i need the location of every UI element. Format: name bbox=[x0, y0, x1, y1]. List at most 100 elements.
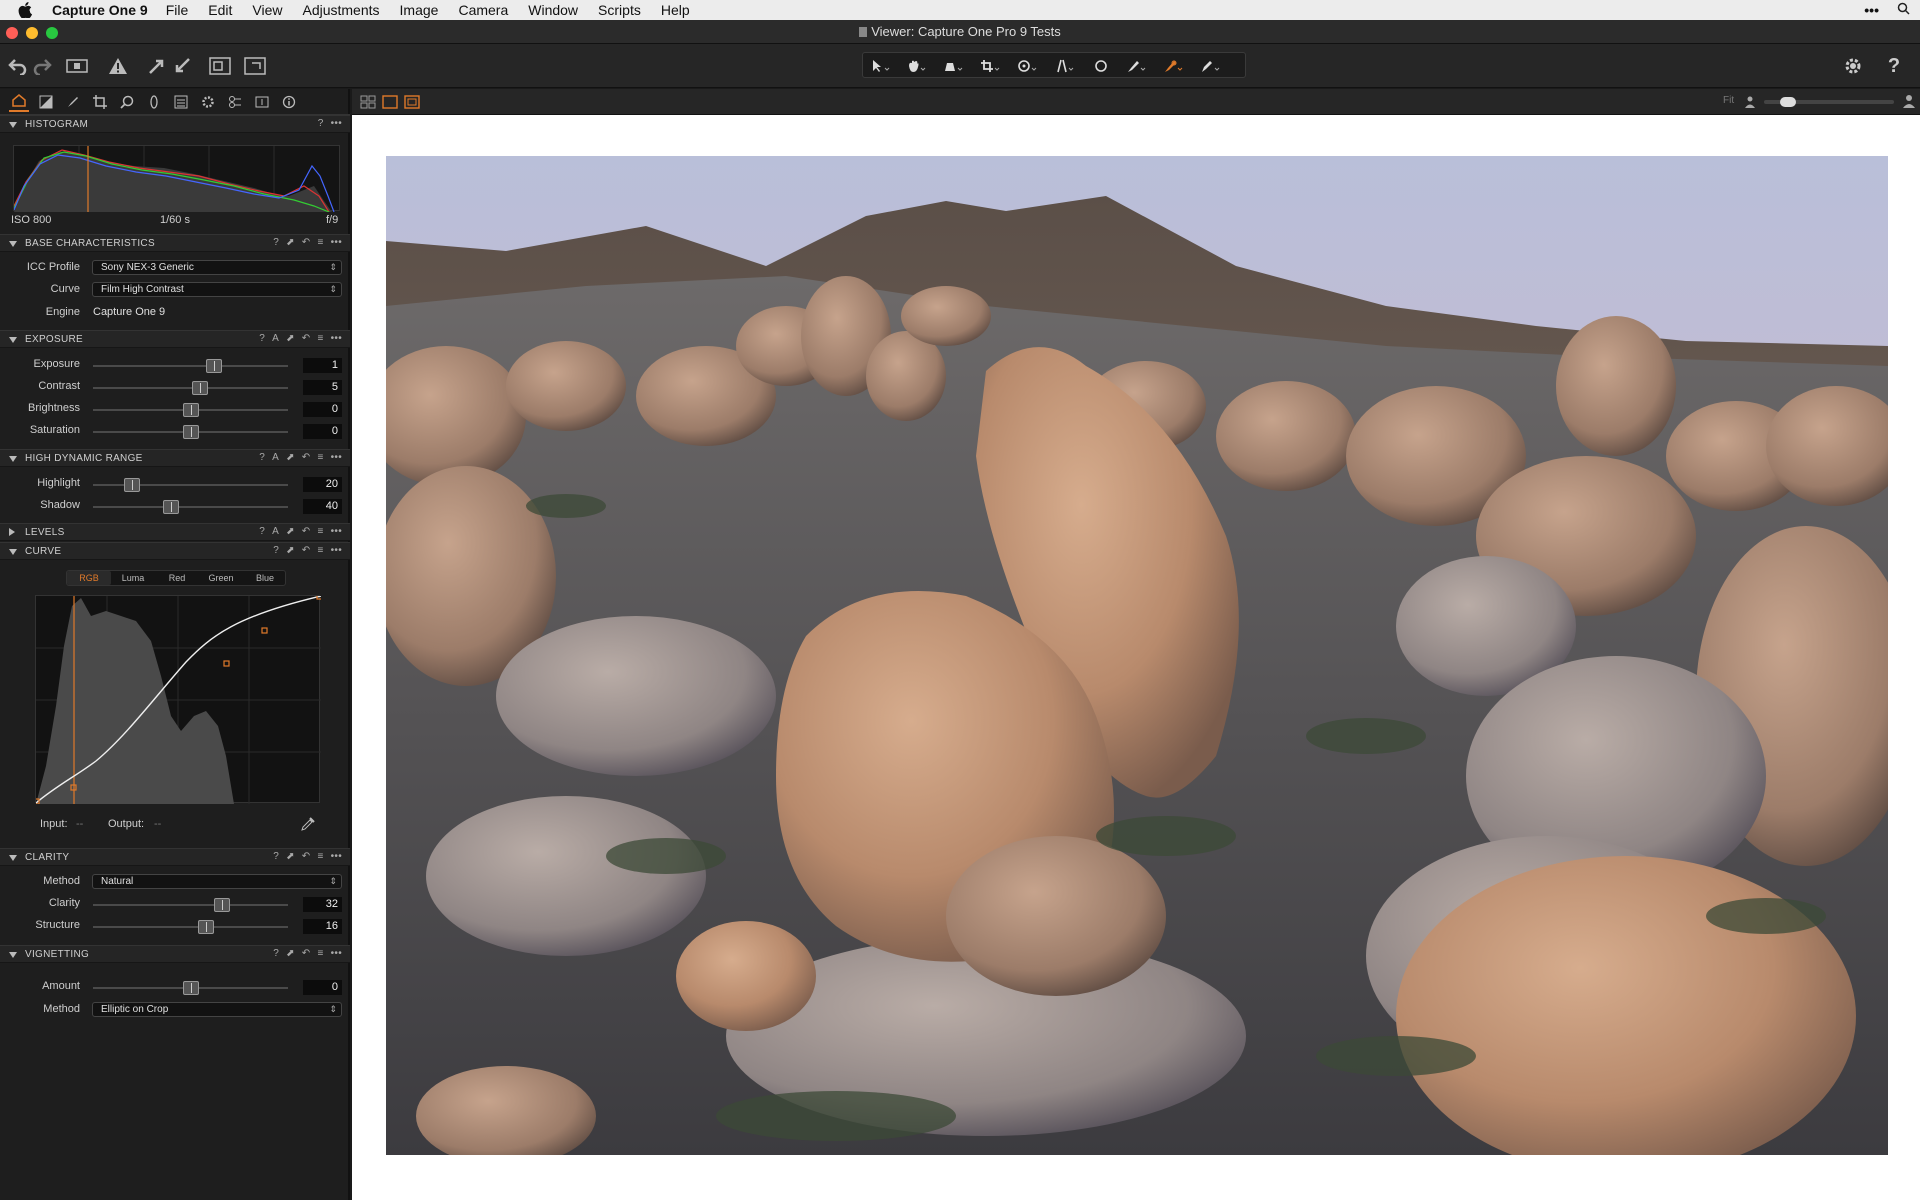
hdr-section-header[interactable]: HIGH DYNAMIC RANGE ? A ⬈ ↶ ≡ ••• bbox=[0, 449, 350, 467]
clarity-value-field[interactable]: 32 bbox=[303, 897, 342, 912]
crop-tool-icon[interactable] bbox=[975, 56, 1005, 76]
keystone-tool-icon[interactable] bbox=[1049, 56, 1079, 76]
grid-view-icon[interactable] bbox=[360, 95, 376, 114]
brightness-slider[interactable] bbox=[93, 403, 288, 417]
expand-chevron-icon[interactable] bbox=[9, 528, 15, 539]
amount-slider[interactable] bbox=[93, 981, 288, 995]
slider-knob[interactable] bbox=[182, 425, 199, 439]
contrast-value-field[interactable]: 5 bbox=[303, 380, 342, 395]
presets-icon[interactable]: ≡ bbox=[317, 452, 323, 463]
tab-metadata-icon[interactable] bbox=[171, 92, 191, 112]
exposure-section-header[interactable]: EXPOSURE ? A ⬈ ↶ ≡ ••• bbox=[0, 330, 350, 348]
loupe-icon[interactable] bbox=[938, 56, 968, 76]
exposure-slider[interactable] bbox=[93, 359, 288, 373]
slider-knob[interactable] bbox=[182, 981, 199, 995]
more-options-icon[interactable]: ••• bbox=[331, 948, 342, 959]
undo-icon[interactable] bbox=[6, 54, 30, 78]
more-options-icon[interactable]: ••• bbox=[331, 851, 342, 862]
slider-knob[interactable] bbox=[213, 898, 230, 912]
vignetting-method-dropdown[interactable]: Elliptic on Crop ⇕ bbox=[92, 1002, 342, 1017]
settings-gear-icon[interactable] bbox=[1841, 54, 1865, 78]
collapse-chevron-icon[interactable] bbox=[9, 335, 17, 346]
more-options-icon[interactable]: ••• bbox=[331, 452, 342, 463]
menu-camera[interactable]: Camera bbox=[458, 2, 508, 18]
copy-icon[interactable]: ⬈ bbox=[286, 851, 295, 862]
presets-icon[interactable]: ≡ bbox=[317, 545, 323, 556]
slider-knob[interactable] bbox=[124, 478, 140, 492]
tab-output-gear-icon[interactable] bbox=[198, 92, 218, 112]
zoom-slider-knob[interactable] bbox=[1779, 97, 1796, 107]
single-view-icon[interactable] bbox=[382, 95, 398, 114]
saturation-slider[interactable] bbox=[93, 425, 288, 439]
help-icon[interactable]: ? bbox=[318, 118, 324, 129]
contrast-slider[interactable] bbox=[93, 381, 288, 395]
copy-icon[interactable]: ⬈ bbox=[286, 333, 295, 344]
more-options-icon[interactable]: ••• bbox=[331, 118, 342, 129]
redo-icon[interactable] bbox=[30, 54, 54, 78]
help-icon[interactable]: ? bbox=[1882, 54, 1906, 78]
auto-icon[interactable]: A bbox=[272, 452, 279, 463]
base-characteristics-section-header[interactable]: BASE CHARACTERISTICS ? ⬈ ↶ ≡ ••• bbox=[0, 234, 350, 252]
help-icon[interactable]: ? bbox=[273, 948, 279, 959]
tab-info-icon[interactable] bbox=[279, 92, 299, 112]
tab-luma[interactable]: Luma bbox=[111, 571, 155, 585]
more-options-icon[interactable]: ••• bbox=[331, 333, 342, 344]
help-icon[interactable]: ? bbox=[259, 333, 265, 344]
highlight-slider[interactable] bbox=[93, 478, 288, 492]
highlight-value-field[interactable]: 20 bbox=[303, 477, 342, 492]
spot-removal-icon[interactable] bbox=[1086, 56, 1116, 76]
structure-slider[interactable] bbox=[93, 920, 288, 934]
tab-blue[interactable]: Blue bbox=[243, 571, 287, 585]
tab-zoom-search-icon[interactable] bbox=[117, 92, 137, 112]
menu-scripts[interactable]: Scripts bbox=[598, 2, 641, 18]
app-menu[interactable]: Capture One 9 bbox=[52, 2, 148, 18]
annotate-tool-icon[interactable] bbox=[1195, 56, 1225, 76]
brightness-value-field[interactable]: 0 bbox=[303, 402, 342, 417]
amount-value-field[interactable]: 0 bbox=[303, 980, 342, 995]
menu-edit[interactable]: Edit bbox=[208, 2, 232, 18]
reset-icon[interactable]: ↶ bbox=[302, 948, 311, 959]
presets-icon[interactable]: ≡ bbox=[317, 851, 323, 862]
reset-adjustments-icon[interactable] bbox=[65, 54, 89, 78]
pan-hand-icon[interactable] bbox=[901, 56, 931, 76]
help-icon[interactable]: ? bbox=[259, 526, 265, 537]
auto-icon[interactable]: A bbox=[272, 526, 279, 537]
tab-quick-icon[interactable] bbox=[9, 92, 29, 112]
menu-help[interactable]: Help bbox=[661, 2, 690, 18]
collapse-chevron-icon[interactable] bbox=[9, 454, 17, 465]
tab-adjustments-icon[interactable] bbox=[225, 92, 245, 112]
tab-batch-icon[interactable] bbox=[252, 92, 272, 112]
structure-value-field[interactable]: 16 bbox=[303, 919, 342, 934]
auto-icon[interactable]: A bbox=[272, 333, 279, 344]
image-viewer[interactable]: B + W M A S T E R Y bbox=[352, 115, 1920, 1200]
slider-knob[interactable] bbox=[198, 920, 215, 934]
more-options-icon[interactable]: ••• bbox=[331, 545, 342, 556]
copy-icon[interactable]: ⬈ bbox=[286, 948, 295, 959]
picker-tool-icon[interactable] bbox=[1158, 56, 1188, 76]
eyedropper-icon[interactable] bbox=[300, 816, 316, 837]
menu-image[interactable]: Image bbox=[400, 2, 439, 18]
collapse-chevron-icon[interactable] bbox=[9, 120, 17, 131]
select-cursor-icon[interactable] bbox=[865, 56, 895, 76]
reset-icon[interactable]: ↶ bbox=[302, 452, 311, 463]
exposure-value-field[interactable]: 1 bbox=[303, 358, 342, 373]
collapse-chevron-icon[interactable] bbox=[9, 950, 17, 961]
tab-color-icon[interactable] bbox=[36, 92, 56, 112]
reset-icon[interactable]: ↶ bbox=[302, 333, 311, 344]
slider-knob[interactable] bbox=[192, 381, 209, 395]
copy-icon[interactable]: ⬈ bbox=[286, 526, 295, 537]
saturation-value-field[interactable]: 0 bbox=[303, 424, 342, 439]
collapse-chevron-icon[interactable] bbox=[9, 853, 17, 864]
tab-green[interactable]: Green bbox=[199, 571, 243, 585]
slider-knob[interactable] bbox=[182, 403, 199, 417]
help-icon[interactable]: ? bbox=[273, 851, 279, 862]
menu-file[interactable]: File bbox=[166, 2, 189, 18]
photo-rocks-landscape[interactable] bbox=[386, 156, 1888, 1155]
proof-view-icon[interactable] bbox=[404, 95, 420, 114]
copy-icon[interactable]: ⬈ bbox=[286, 237, 295, 248]
collapse-chevron-icon[interactable] bbox=[9, 547, 17, 558]
slider-knob[interactable] bbox=[163, 500, 179, 514]
more-icon[interactable]: ••• bbox=[1864, 2, 1879, 18]
curve-editor[interactable] bbox=[33, 593, 323, 805]
curve-section-header[interactable]: CURVE ? ⬈ ↶ ≡ ••• bbox=[0, 542, 350, 560]
